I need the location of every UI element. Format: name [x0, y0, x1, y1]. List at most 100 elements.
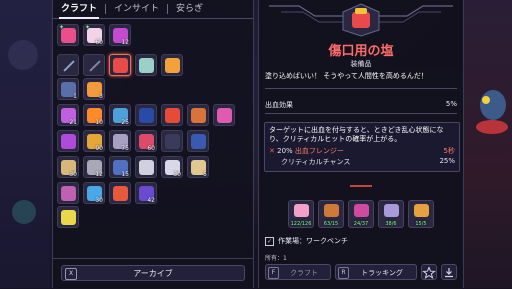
salt-icon	[113, 58, 128, 73]
material-shell[interactable]: 38/6	[378, 200, 404, 228]
crit-value: 25%	[439, 157, 455, 165]
inventory-slot-horn[interactable]: 3	[83, 78, 105, 100]
inventory-slot-bug[interactable]: 21	[57, 104, 79, 126]
item-count: 90	[95, 145, 103, 152]
craft-button[interactable]: F クラフト	[265, 264, 331, 280]
inventory-slot-bone[interactable]: 12	[83, 156, 105, 178]
favorite-button[interactable]	[421, 264, 437, 280]
inventory-slot-salt[interactable]	[109, 54, 131, 76]
inventory-slot-leaf[interactable]	[109, 182, 131, 204]
material-count: 38/6	[385, 221, 397, 227]
effect-box: ターゲットに出血を付与すると、ときどき乱心状態になり、クリティカルヒットの確率が…	[264, 122, 460, 172]
stat-value: 5%	[445, 100, 457, 108]
apple-icon	[165, 108, 180, 123]
inventory-bottom-bar: X アーカイブ	[53, 258, 253, 289]
owned-count: 所有：1	[265, 255, 287, 262]
inventory-slot-staff[interactable]	[83, 54, 105, 76]
star-icon	[422, 266, 436, 279]
inventory-slot-flower[interactable]: ✦ 60	[83, 24, 105, 46]
item-count: 30	[173, 171, 181, 178]
item-count: 1	[73, 93, 77, 100]
blade-icon	[63, 60, 75, 72]
inventory-slot-glove[interactable]: 15	[109, 156, 131, 178]
inventory-slot-bread[interactable]: 30	[57, 156, 79, 178]
item-detail-panel: 傷口用の塩 装備品 塗り込めばいい！ そうやって人間性を高めるんだ！ 出血効果 …	[258, 0, 464, 288]
inventory-slot-coral[interactable]	[213, 104, 235, 126]
material-meat-icon	[324, 204, 339, 217]
inventory-slot-rock[interactable]	[161, 130, 183, 152]
inventory-slot-scissors[interactable]	[135, 54, 157, 76]
inventory-slot-key[interactable]: 30	[83, 182, 105, 204]
scissors-icon	[139, 58, 154, 73]
inventory-slot-blade[interactable]	[57, 54, 79, 76]
inventory-slot-roll[interactable]: 60	[135, 130, 157, 152]
crit-label: クリティカルチャンス	[281, 158, 351, 166]
inventory-slot-fire[interactable]: 10	[83, 104, 105, 126]
material-shell-icon	[384, 204, 399, 217]
inventory-slot-card[interactable]	[57, 182, 79, 204]
check-icon: ✓	[265, 236, 274, 246]
inventory-grid: ✦ ✦ 60 12 1 3 21 10 25 90 75 60 30 12 15 30 5 30 42	[57, 24, 249, 256]
firework-icon	[165, 58, 180, 73]
inventory-slot-scroll[interactable]: 42	[135, 182, 157, 204]
effect-bleed-frenzy: ✕ 20% 出血フレンジー 5秒	[269, 146, 455, 156]
inventory-slot-can[interactable]	[187, 130, 209, 152]
card-icon	[61, 186, 76, 201]
workbench-label: 作業場：ワークベンチ	[278, 237, 348, 245]
item-count: 3	[99, 93, 103, 100]
inventory-slot-crystal[interactable]	[135, 104, 157, 126]
item-count: 21	[69, 119, 77, 126]
inventory-slot-berries[interactable]: 12	[109, 24, 131, 46]
divider	[265, 113, 457, 114]
item-count: 75	[121, 145, 129, 152]
inventory-slot-bomb[interactable]	[57, 130, 79, 152]
archive-button[interactable]: X アーカイブ	[61, 265, 245, 281]
tab-comfort[interactable]: 安らぎ	[168, 0, 211, 18]
item-description: 塗り込めばいい！ そうやって人間性を高めるんだ！	[265, 72, 428, 80]
archive-label: アーカイブ	[133, 269, 173, 278]
workbench-requirement: ✓ 作業場：ワークベンチ	[265, 236, 457, 246]
item-count: 30	[69, 171, 77, 178]
inventory-slot-wand[interactable]	[57, 206, 79, 228]
item-count: 60	[95, 39, 103, 46]
inventory-slot-gears[interactable]: 30	[161, 156, 183, 178]
inventory-slot-sauce[interactable]: 90	[83, 130, 105, 152]
material-count: 15/5	[415, 221, 427, 227]
crafting-tabs: クラフト インサイト 安らぎ	[53, 0, 253, 19]
bomb-icon	[61, 134, 76, 149]
action-buttons: F クラフト R トラッキング	[265, 264, 461, 282]
inventory-slot-bag[interactable]: 1	[57, 78, 79, 100]
tracking-button[interactable]: R トラッキング	[335, 264, 417, 280]
scene-orb	[12, 200, 36, 224]
material-flower[interactable]: 122/126	[288, 200, 314, 228]
inventory-slot-pink-plant[interactable]: ✦	[57, 24, 79, 46]
item-count: 60	[147, 145, 155, 152]
can-icon	[191, 134, 206, 149]
download-icon	[445, 268, 453, 278]
material-meat[interactable]: 63/15	[318, 200, 344, 228]
effect-percent: 20%	[277, 147, 293, 155]
material-bug[interactable]: 24/37	[348, 200, 374, 228]
wand-icon	[61, 210, 76, 225]
inventory-slot-jar[interactable]: 25	[109, 104, 131, 126]
item-count: 12	[121, 39, 129, 46]
scene-creature	[480, 90, 506, 120]
inventory-slot-apple[interactable]	[161, 104, 183, 126]
material-count: 122/126	[290, 221, 312, 227]
scene-machine	[8, 40, 38, 70]
craft-label: クラフト	[290, 269, 318, 277]
effect-description: ターゲットに出血を付与すると、ときどき乱心状態になり、クリティカルヒットの確率が…	[269, 126, 444, 143]
inventory-slot-plate[interactable]	[135, 156, 157, 178]
tab-insight[interactable]: インサイト	[106, 0, 167, 18]
effect-crit-chance: クリティカルチャンス 25%	[281, 157, 455, 167]
salt-item-icon	[352, 12, 370, 28]
leaf-icon	[113, 186, 128, 201]
inventory-slot-shell[interactable]: 75	[109, 130, 131, 152]
tab-craft[interactable]: クラフト	[53, 0, 105, 19]
material-crystal[interactable]: 15/5	[408, 200, 434, 228]
inventory-slot-meat[interactable]	[187, 104, 209, 126]
material-crystal-icon	[414, 204, 429, 217]
inventory-slot-firework[interactable]	[161, 54, 183, 76]
inventory-slot-vase[interactable]: 5	[187, 156, 209, 178]
download-button[interactable]	[441, 264, 457, 280]
